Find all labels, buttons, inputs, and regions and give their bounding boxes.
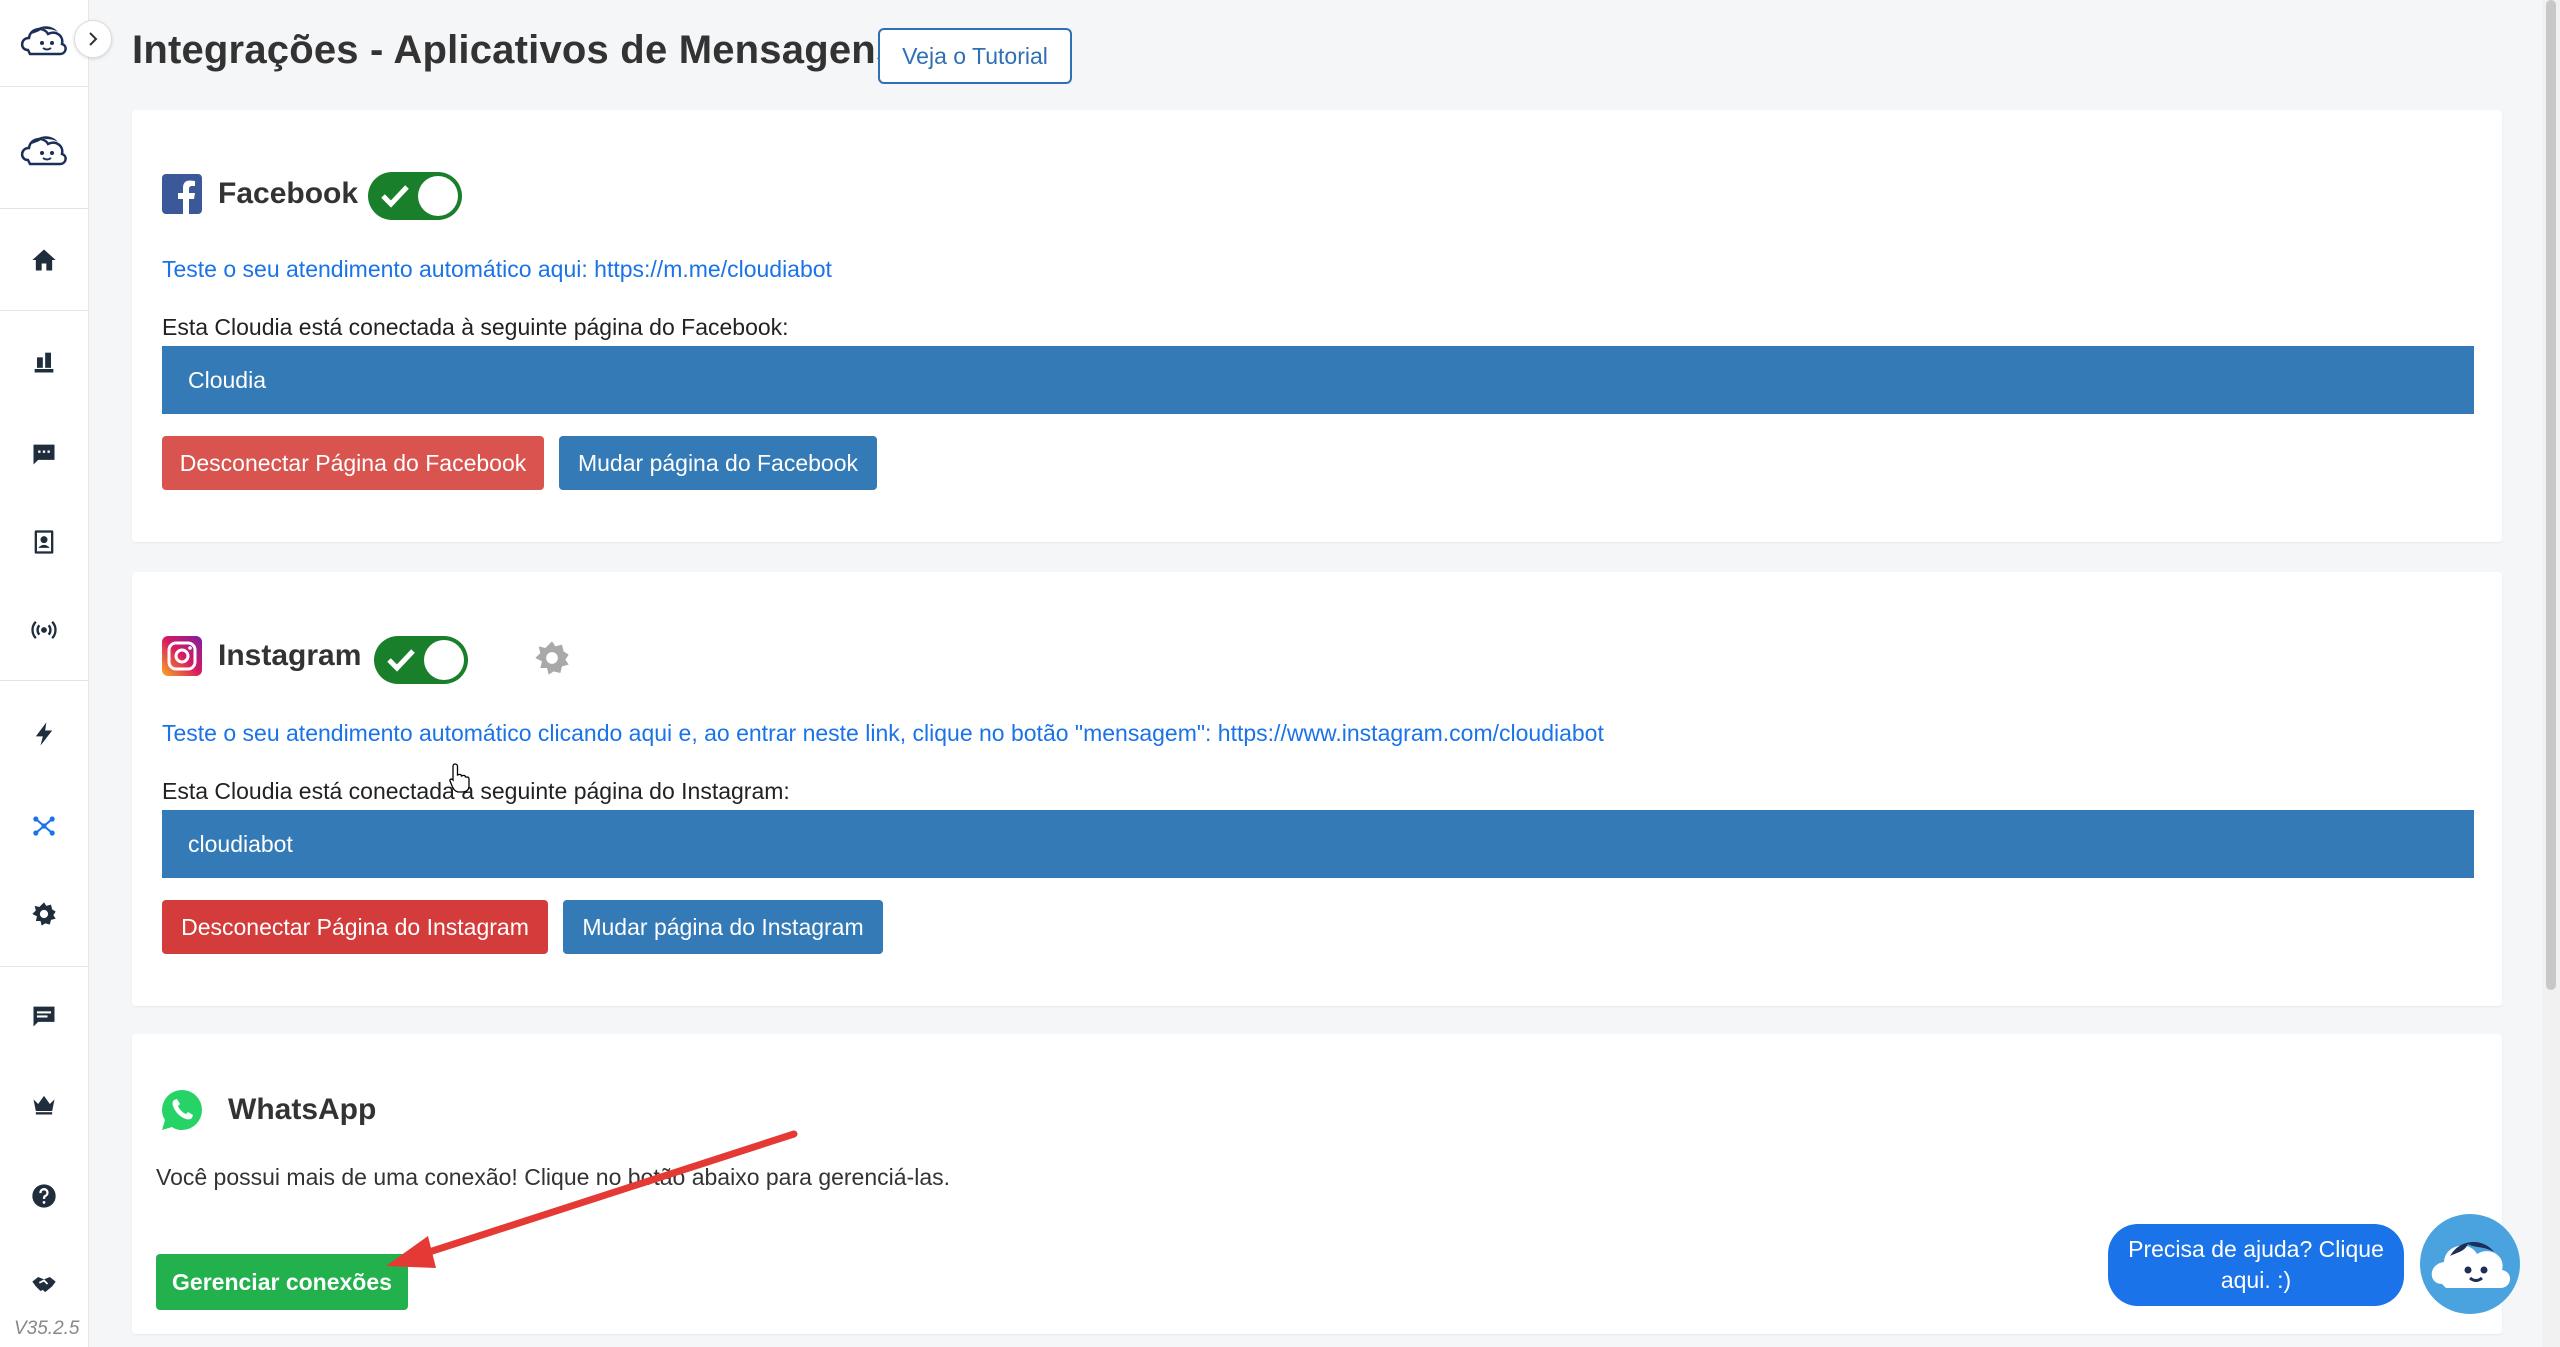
sidebar-item-messages[interactable] bbox=[0, 986, 88, 1046]
instagram-header: Instagram bbox=[162, 636, 361, 676]
crown-icon bbox=[33, 1095, 55, 1115]
hand-cursor-icon bbox=[449, 763, 470, 793]
sidebar-item-chat[interactable] bbox=[0, 424, 88, 484]
instagram-settings-gear-icon[interactable] bbox=[532, 638, 572, 678]
cloudia-avatar-icon bbox=[2431, 1241, 2511, 1288]
page-scrollbar[interactable] bbox=[2542, 0, 2560, 1347]
whatsapp-header: WhatsApp bbox=[158, 1086, 376, 1134]
facebook-header: Facebook bbox=[162, 174, 358, 214]
sidebar-item-help[interactable] bbox=[0, 1166, 88, 1226]
page-title: Integrações - Aplicativos de Mensagens bbox=[132, 28, 899, 72]
broadcast-icon bbox=[31, 621, 57, 639]
help-chat-avatar[interactable] bbox=[2420, 1214, 2520, 1314]
cloudia-avatar-icon bbox=[20, 136, 67, 166]
handshake-icon bbox=[32, 1277, 56, 1293]
home-icon bbox=[32, 249, 56, 271]
help-icon bbox=[32, 1184, 56, 1208]
facebook-page-field: Cloudia bbox=[162, 346, 2474, 414]
divider bbox=[0, 208, 88, 209]
sidebar-item-contacts[interactable] bbox=[0, 512, 88, 572]
settings-icon bbox=[32, 902, 56, 926]
sidebar-item-broadcast[interactable] bbox=[0, 600, 88, 660]
instagram-change-page-button[interactable]: Mudar página do Instagram bbox=[563, 900, 883, 954]
sidebar-item-integrations[interactable] bbox=[0, 796, 88, 856]
sidebar-item-partners[interactable] bbox=[0, 1254, 88, 1314]
manage-connections-button[interactable]: Gerenciar conexões bbox=[156, 1254, 408, 1310]
facebook-test-link[interactable]: Teste o seu atendimento automático aqui:… bbox=[162, 256, 832, 283]
toggle-knob bbox=[424, 640, 464, 680]
sidebar: V35.2.5 bbox=[0, 0, 112, 1347]
divider bbox=[0, 680, 88, 681]
help-bubble-line1: Precisa de ajuda? Clique bbox=[2128, 1236, 2384, 1262]
sidebar-item-automations[interactable] bbox=[0, 704, 88, 764]
instagram-connected-label: Esta Cloudia está conectada à seguinte p… bbox=[162, 778, 790, 804]
facebook-connected-label: Esta Cloudia está conectada à seguinte p… bbox=[162, 314, 789, 340]
divider bbox=[0, 86, 88, 87]
cloudia-logo-icon[interactable] bbox=[18, 16, 70, 64]
help-chat-bubble[interactable]: Precisa de ajuda? Clique aqui. :) bbox=[2108, 1224, 2404, 1306]
instagram-test-link[interactable]: Teste o seu atendimento automático clica… bbox=[162, 720, 1604, 747]
instagram-card: Instagram Teste o seu atendimento automá… bbox=[132, 572, 2502, 1006]
messages-icon bbox=[33, 1006, 55, 1027]
sidebar-item-settings[interactable] bbox=[0, 884, 88, 944]
divider bbox=[0, 966, 88, 967]
instagram-title: Instagram bbox=[218, 639, 362, 672]
divider bbox=[0, 310, 88, 311]
chevron-right-icon bbox=[89, 32, 98, 46]
facebook-title: Facebook bbox=[218, 177, 359, 210]
sidebar-item-dashboard[interactable] bbox=[0, 332, 88, 392]
facebook-change-page-button[interactable]: Mudar página do Facebook bbox=[559, 436, 877, 490]
instagram-icon bbox=[162, 636, 202, 676]
whatsapp-message: Você possui mais de uma conexão! Clique … bbox=[156, 1164, 950, 1190]
whatsapp-icon bbox=[162, 1090, 202, 1130]
sidebar-item-home[interactable] bbox=[0, 230, 88, 290]
whatsapp-title: WhatsApp bbox=[228, 1093, 377, 1126]
sidebar-item-profile[interactable] bbox=[0, 118, 88, 182]
app-version: V35.2.5 bbox=[14, 1318, 80, 1339]
facebook-toggle[interactable] bbox=[368, 172, 462, 220]
sidebar-item-premium[interactable] bbox=[0, 1074, 88, 1134]
instagram-disconnect-button[interactable]: Desconectar Página do Instagram bbox=[162, 900, 548, 954]
scrollbar-thumb[interactable] bbox=[2546, 0, 2556, 990]
instagram-page-field: cloudiabot bbox=[162, 810, 2474, 878]
instagram-toggle[interactable] bbox=[374, 636, 468, 684]
facebook-card: Facebook Teste o seu atendimento automát… bbox=[132, 110, 2502, 542]
check-icon bbox=[381, 185, 409, 208]
chat-icon bbox=[33, 444, 55, 465]
contacts-icon bbox=[34, 530, 54, 554]
facebook-disconnect-button[interactable]: Desconectar Página do Facebook bbox=[162, 436, 544, 490]
check-icon bbox=[387, 649, 415, 672]
bolt-icon bbox=[35, 722, 53, 746]
sidebar-collapse-button[interactable] bbox=[74, 20, 112, 58]
integrations-icon bbox=[33, 816, 55, 836]
help-bubble-line2: aqui. :) bbox=[2220, 1267, 2292, 1293]
facebook-icon bbox=[162, 174, 202, 214]
toggle-knob bbox=[418, 176, 458, 216]
tutorial-button[interactable]: Veja o Tutorial bbox=[878, 28, 1072, 84]
dashboard-icon bbox=[34, 352, 54, 373]
